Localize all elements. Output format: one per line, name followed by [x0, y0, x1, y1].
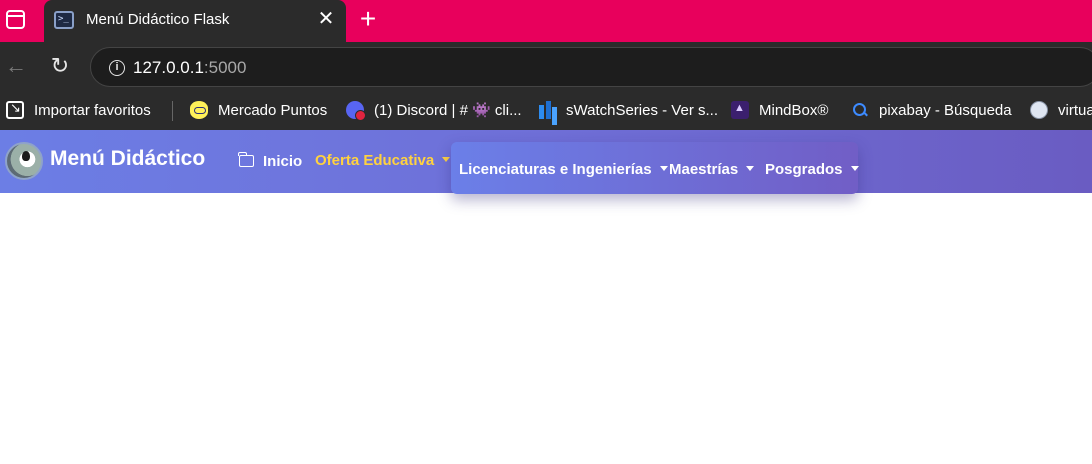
bookmark-label: pixabay - Búsqueda: [879, 101, 1012, 119]
terminal-favicon-icon: >_: [54, 11, 74, 29]
address-bar[interactable]: i 127.0.0.1:5000: [90, 47, 1092, 87]
tab-strip: >_ Menú Didáctico Flask ✕ +: [0, 0, 1092, 42]
globe-icon: [1030, 101, 1048, 119]
bookmark-mindbox[interactable]: MindBox®: [731, 98, 828, 122]
bookmark-label: sWatchSeries - Ver s...: [566, 101, 718, 119]
tab-title: Menú Didáctico Flask: [86, 11, 230, 28]
chevron-down-icon: [746, 165, 755, 171]
menu-item-maestrias[interactable]: Maestrías: [669, 159, 755, 179]
brand-logo[interactable]: [5, 142, 43, 180]
window-menu-icon[interactable]: [6, 10, 25, 29]
browser-toolbar: ← ↻ i 127.0.0.1:5000: [0, 42, 1092, 92]
bookmark-label: virtua: [1058, 101, 1092, 119]
back-arrow-icon[interactable]: ←: [4, 54, 28, 78]
oferta-dropdown-menu: Licenciaturas e Ingenierías Maestrías Po…: [451, 142, 859, 194]
site-info-icon[interactable]: i: [109, 60, 125, 76]
search-icon: [851, 101, 869, 119]
bookmark-pixabay[interactable]: pixabay - Búsqueda: [851, 98, 1012, 122]
mindbox-icon: [731, 101, 749, 119]
chevron-down-icon: [442, 156, 451, 162]
chevron-down-icon: [659, 165, 668, 171]
browser-tab-active[interactable]: >_ Menú Didáctico Flask ✕: [44, 0, 346, 42]
nav-oferta-educativa[interactable]: Oferta Educativa: [315, 150, 451, 170]
bookmark-swatchseries[interactable]: sWatchSeries - Ver s...: [538, 98, 718, 122]
bookmarks-divider: [172, 101, 173, 121]
bookmark-label: MindBox®: [759, 101, 829, 119]
bookmark-importar-favoritos[interactable]: Importar favoritos: [6, 98, 151, 122]
menu-item-licenciaturas[interactable]: Licenciaturas e Ingenierías: [459, 159, 668, 179]
menu-item-label: Maestrías: [669, 160, 739, 178]
menu-item-label: Licenciaturas e Ingenierías: [459, 160, 652, 178]
close-tab-icon[interactable]: ✕: [316, 8, 336, 30]
bookmark-discord[interactable]: (1) Discord | # 👾 cli...: [346, 98, 522, 122]
new-tab-button[interactable]: +: [356, 5, 380, 33]
menu-item-posgrados[interactable]: Posgrados: [765, 159, 859, 179]
nav-inicio[interactable]: Inicio: [238, 151, 303, 171]
bookmark-label: Mercado Puntos: [218, 101, 328, 119]
url-host: 127.0.0.1: [133, 58, 204, 77]
swatchseries-icon: [538, 101, 556, 119]
bookmark-label: Importar favoritos: [34, 101, 151, 119]
nav-inicio-label: Inicio: [263, 152, 303, 170]
reload-icon[interactable]: ↻: [48, 54, 72, 78]
menu-item-label: Posgrados: [765, 160, 843, 178]
import-icon: [6, 100, 24, 119]
mercado-icon: [190, 101, 208, 119]
bookmark-label: (1) Discord | # 👾 cli...: [374, 102, 522, 119]
url-port: :5000: [203, 58, 247, 77]
folder-icon: [238, 152, 254, 167]
bookmark-mercado-puntos[interactable]: Mercado Puntos: [190, 98, 327, 122]
bookmark-virtual[interactable]: virtua: [1030, 98, 1092, 122]
brand-title[interactable]: Menú Didáctico: [50, 147, 205, 171]
discord-icon: [346, 101, 366, 121]
bookmarks-bar: Importar favoritos Mercado Puntos (1) Di…: [0, 92, 1092, 130]
url-text[interactable]: 127.0.0.1:5000: [133, 58, 246, 78]
chevron-down-icon: [850, 165, 859, 171]
nav-oferta-label: Oferta Educativa: [315, 151, 435, 169]
